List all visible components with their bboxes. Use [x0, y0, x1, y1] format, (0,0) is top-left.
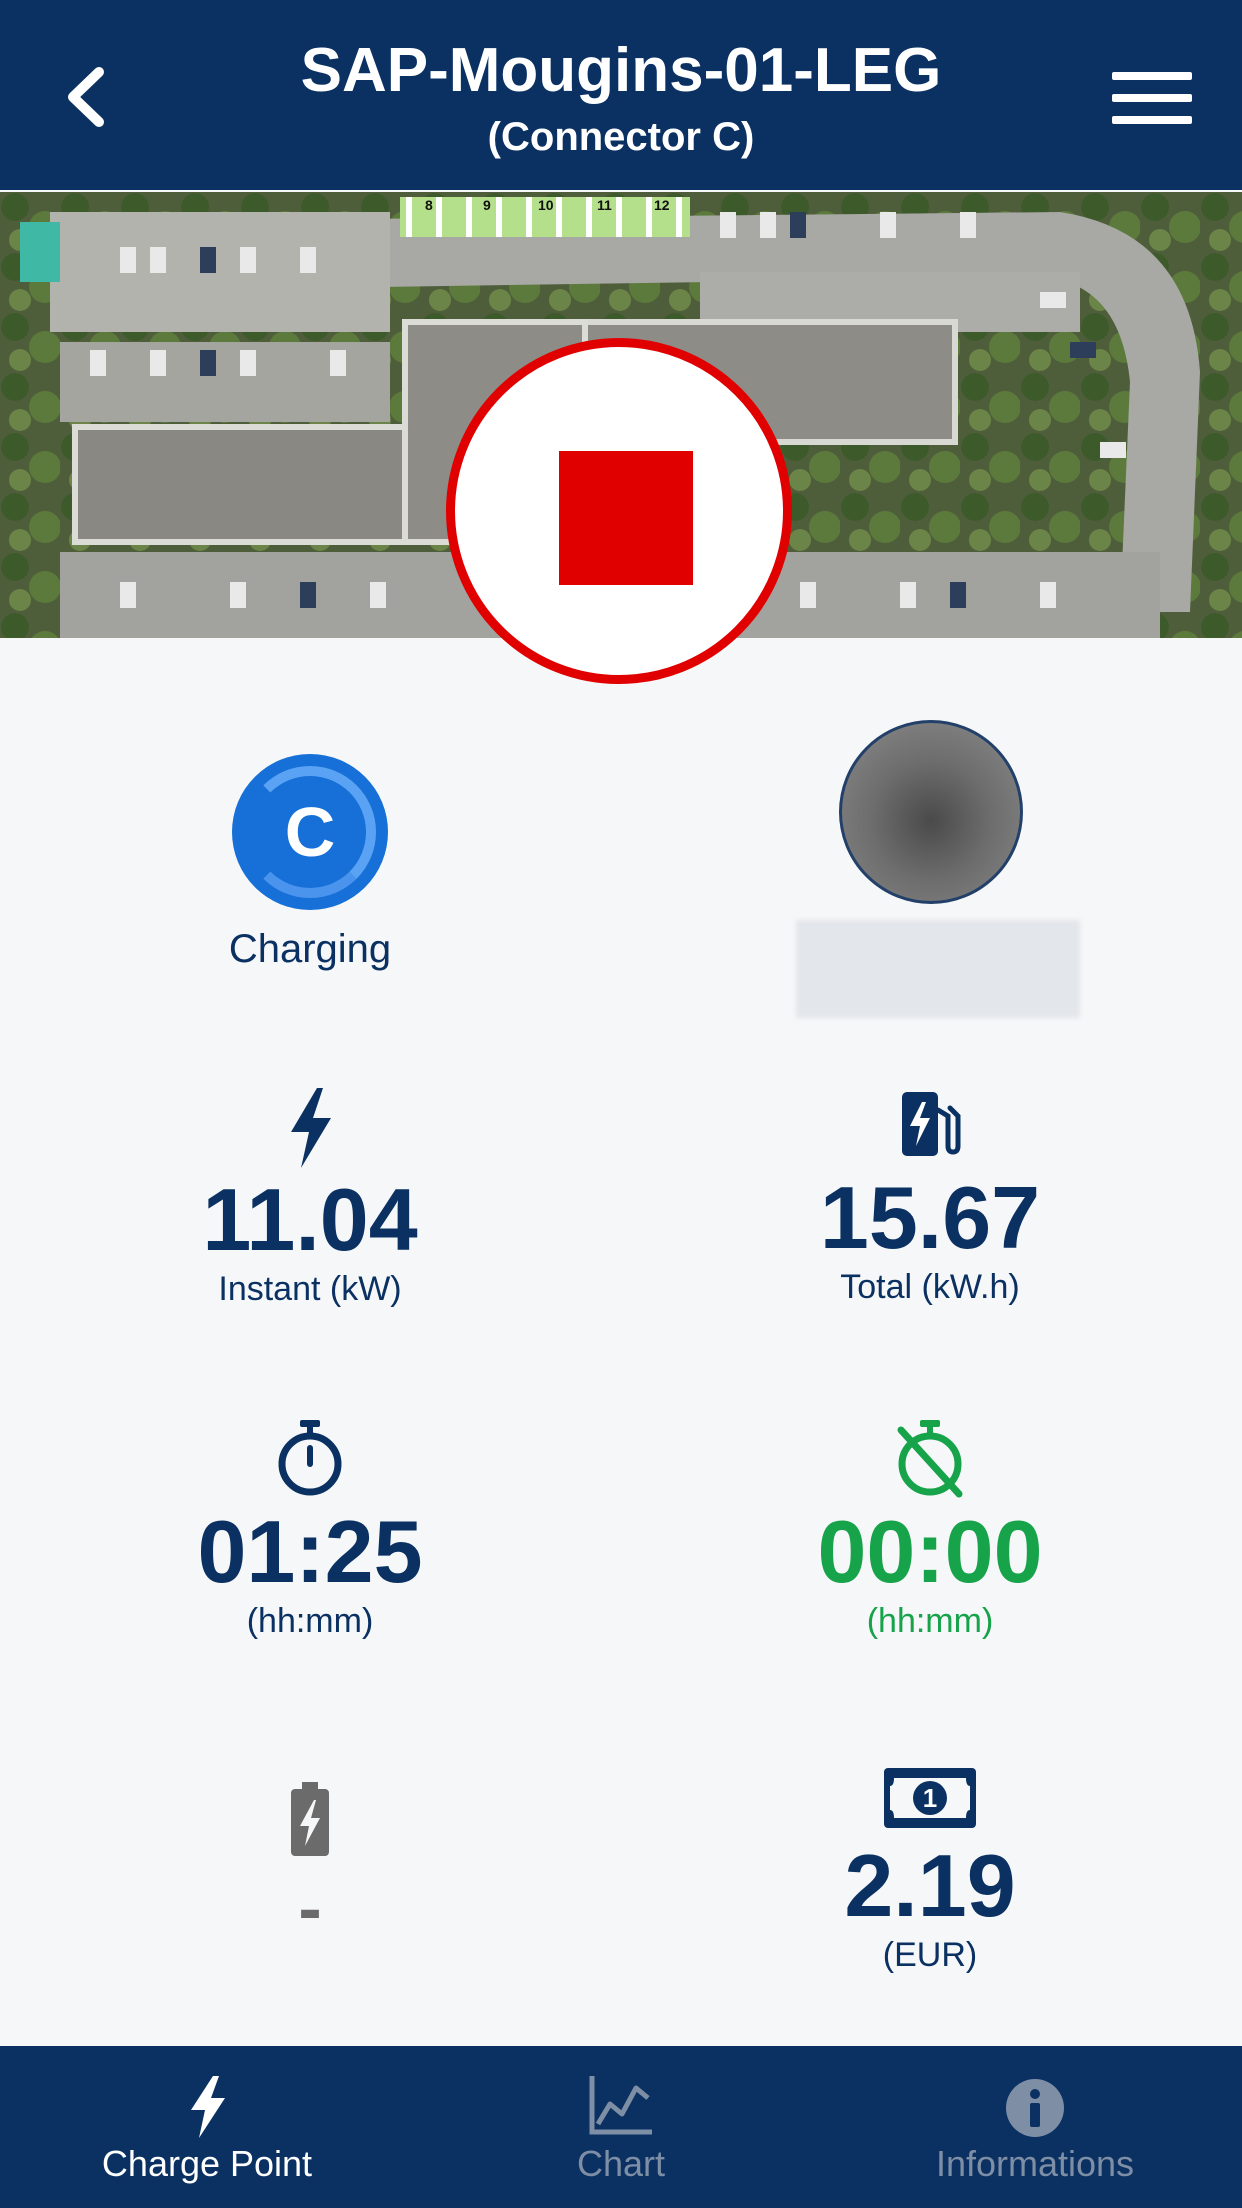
- stop-icon: [559, 451, 693, 585]
- total-energy-label: Total (kW.h): [840, 1268, 1020, 1306]
- price-metric: 1 2.19 (EUR): [730, 1766, 1130, 1976]
- tab-charge-point[interactable]: Charge Point: [0, 2046, 414, 2208]
- lightning-icon: [191, 2076, 225, 2138]
- battery-charging-icon: [291, 1782, 329, 1856]
- connector-status-badge: C: [232, 754, 388, 910]
- price-label: (EUR): [882, 1936, 978, 1974]
- app-header: SAP-Mougins-01-LEG (Connector C): [0, 0, 1242, 190]
- battery-metric: -: [110, 1782, 510, 1956]
- total-energy-value: 15.67: [819, 1168, 1041, 1267]
- charging-duration-label: (hh:mm): [246, 1602, 374, 1640]
- bottom-tab-bar: Charge Point Chart Informations: [0, 2046, 1242, 2208]
- user-avatar: [839, 720, 1023, 904]
- battery-level-value: -: [298, 1869, 322, 1947]
- total-energy-metric: 15.67 Total (kW.h): [730, 1090, 1130, 1308]
- charging-station-icon: [902, 1092, 961, 1156]
- slot-number: 9: [483, 197, 491, 213]
- menu-button[interactable]: [1110, 68, 1194, 128]
- slot-number: 8: [425, 197, 433, 213]
- tab-label: Chart: [576, 2143, 666, 2184]
- user-name-blurred: [796, 920, 1080, 1018]
- stopwatch-icon: [278, 1420, 342, 1496]
- stopwatch-off-icon: [897, 1420, 963, 1498]
- hamburger-menu-icon: [1112, 72, 1192, 124]
- inactivity-duration-label: (hh:mm): [866, 1602, 994, 1640]
- inactivity-duration-value: 00:00: [817, 1502, 1043, 1601]
- lightning-icon: [291, 1088, 331, 1168]
- slot-number: 12: [654, 197, 670, 213]
- tab-label: Charge Point: [101, 2143, 313, 2184]
- charging-duration-value: 01:25: [197, 1502, 423, 1601]
- page-title: SAP-Mougins-01-LEG: [300, 36, 942, 105]
- svg-text:1: 1: [923, 1783, 937, 1813]
- charging-duration-metric: 01:25 (hh:mm): [110, 1418, 510, 1642]
- connector-subtitle: (Connector C): [487, 115, 755, 159]
- stop-charging-button[interactable]: [446, 338, 792, 684]
- price-value: 2.19: [844, 1836, 1016, 1935]
- slot-number: 11: [597, 197, 612, 213]
- instant-power-value: 11.04: [202, 1170, 418, 1269]
- tab-label: Informations: [935, 2143, 1135, 2184]
- slot-number: 10: [538, 197, 554, 213]
- connector-letter: C: [284, 793, 336, 871]
- inactivity-duration-metric: 00:00 (hh:mm): [730, 1418, 1130, 1642]
- instant-power-label: Instant (kW): [218, 1270, 402, 1308]
- tab-chart[interactable]: Chart: [414, 2046, 828, 2208]
- chart-icon: [589, 2076, 652, 2135]
- connector-status-text: Charging: [228, 927, 392, 971]
- tab-informations[interactable]: Informations: [828, 2046, 1242, 2208]
- info-icon: [1006, 2079, 1064, 2137]
- banknote-icon: 1: [884, 1768, 976, 1828]
- instant-power-metric: 11.04 Instant (kW): [110, 1086, 510, 1310]
